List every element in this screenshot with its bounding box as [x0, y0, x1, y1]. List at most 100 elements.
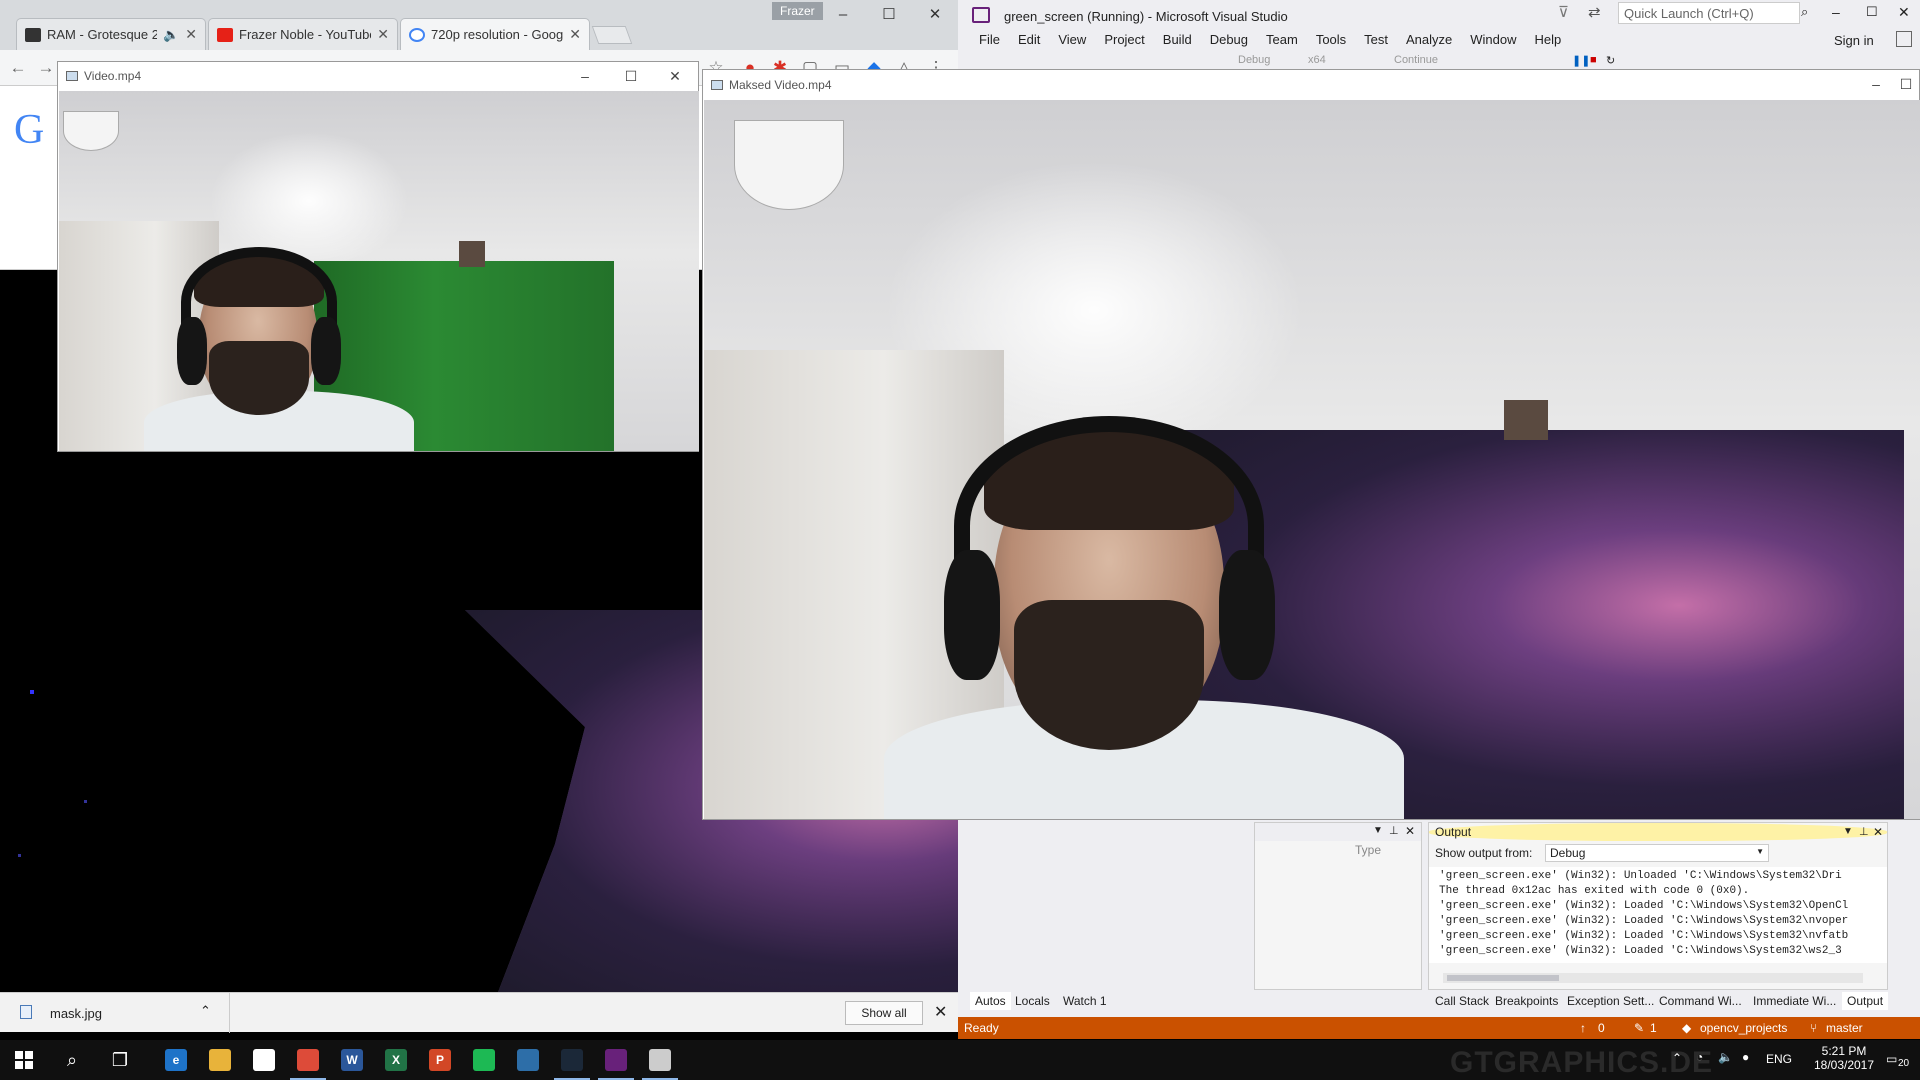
taskbar-store-icon[interactable] — [240, 1040, 288, 1080]
menu-help[interactable]: Help — [1526, 30, 1571, 52]
close-icon[interactable]: ✕ — [934, 1002, 947, 1022]
network-globe-icon[interactable]: ● — [1742, 1050, 1749, 1064]
chevron-down-icon[interactable]: ▼ — [1373, 825, 1383, 836]
menu-project[interactable]: Project — [1095, 30, 1153, 52]
taskbar-powerpoint-icon[interactable]: P — [416, 1040, 464, 1080]
pause-icon[interactable]: ❚❚ — [1572, 54, 1590, 67]
show-all-button[interactable]: Show all — [845, 1001, 923, 1025]
pin-icon[interactable]: ⊥ — [1859, 823, 1869, 841]
taskbar-explorer-icon[interactable] — [196, 1040, 244, 1080]
menu-test[interactable]: Test — [1355, 30, 1397, 52]
menu-file[interactable]: File — [970, 30, 1009, 52]
continue-button[interactable]: Continue — [1394, 54, 1438, 66]
chrome-tab-ram[interactable]: RAM - Grotesque 264 🔈 ✕ — [16, 18, 206, 50]
menu-tools[interactable]: Tools — [1307, 30, 1355, 52]
clock[interactable]: 5:21 PM 18/03/2017 — [1808, 1044, 1880, 1072]
chrome-tab-google[interactable]: 720p resolution - Google ✕ — [400, 18, 590, 50]
taskbar-spotify-icon[interactable] — [460, 1040, 508, 1080]
speaker-icon[interactable]: 🔈 — [163, 27, 179, 43]
task-view-icon[interactable]: ❐ — [96, 1040, 144, 1080]
menu-debug[interactable]: Debug — [1201, 30, 1257, 52]
chrome-minimize-icon[interactable]: – — [820, 0, 866, 30]
visual-studio-icon — [605, 1049, 627, 1071]
stop-icon[interactable]: ■ — [1590, 54, 1597, 66]
repo-name[interactable]: opencv_projects — [1700, 1021, 1787, 1035]
menu-team[interactable]: Team — [1257, 30, 1307, 52]
taskbar-window-app-icon[interactable] — [636, 1040, 684, 1080]
branch-name[interactable]: master — [1826, 1021, 1863, 1035]
publish-up-icon[interactable]: ↑ — [1580, 1021, 1586, 1035]
tab-breakpoints[interactable]: Breakpoints — [1490, 992, 1563, 1010]
notification-count: 20 — [1898, 1058, 1910, 1069]
tab-output[interactable]: Output — [1842, 992, 1889, 1010]
language-indicator[interactable]: ENG — [1766, 1052, 1792, 1066]
chevron-up-icon[interactable]: ⌃ — [200, 1003, 211, 1019]
lamp-shade — [734, 120, 844, 210]
close-icon[interactable]: ✕ — [652, 62, 698, 90]
taskbar-chrome-icon[interactable] — [284, 1040, 332, 1080]
new-tab-button[interactable] — [591, 26, 633, 44]
explorer-icon — [209, 1049, 231, 1071]
quick-launch-input[interactable]: Quick Launch (Ctrl+Q) — [1618, 2, 1800, 24]
back-icon[interactable]: ← — [6, 56, 30, 80]
volume-icon[interactable]: 🔈 — [1718, 1050, 1733, 1064]
menu-edit[interactable]: Edit — [1009, 30, 1049, 52]
tab-immediate-window[interactable]: Immediate Wi... — [1748, 992, 1841, 1010]
taskbar-excel-icon[interactable]: X — [372, 1040, 420, 1080]
feedback-icon[interactable]: ⇄ — [1588, 3, 1601, 21]
chrome-maximize-icon[interactable]: ☐ — [866, 0, 912, 30]
tab-watch[interactable]: Watch 1 — [1058, 992, 1112, 1010]
menu-view[interactable]: View — [1049, 30, 1095, 52]
forward-icon[interactable]: → — [34, 56, 58, 80]
tab-autos[interactable]: Autos — [970, 992, 1011, 1010]
taskbar-app-blue-icon[interactable] — [504, 1040, 552, 1080]
wifi-icon[interactable]: ◔ — [1696, 1050, 1703, 1064]
tab-exception-settings[interactable]: Exception Sett... — [1562, 992, 1659, 1010]
taskbar-word-icon[interactable]: W — [328, 1040, 376, 1080]
taskbar-steam-icon[interactable] — [548, 1040, 596, 1080]
account-icon[interactable] — [1896, 31, 1912, 47]
vs-close-icon[interactable]: ✕ — [1898, 4, 1910, 21]
tab-call-stack[interactable]: Call Stack — [1430, 992, 1494, 1010]
chrome-profile-badge[interactable]: Frazer — [772, 2, 823, 20]
windows-start-icon[interactable] — [0, 1040, 48, 1080]
menu-window[interactable]: Window — [1461, 30, 1525, 52]
maximize-icon[interactable]: ☐ — [1891, 70, 1920, 98]
show-output-label: Show output from: — [1435, 846, 1533, 860]
output-source-select[interactable]: Debug ▼ — [1545, 844, 1769, 862]
filter-icon[interactable]: ⊽ — [1558, 3, 1569, 21]
tab-command-window[interactable]: Command Wi... — [1654, 992, 1747, 1010]
pencil-icon[interactable]: ✎ — [1634, 1021, 1644, 1035]
taskbar-visual-studio-icon[interactable] — [592, 1040, 640, 1080]
minimize-icon[interactable]: – — [562, 62, 608, 90]
restart-icon[interactable]: ↻ — [1606, 54, 1615, 67]
pin-icon[interactable]: ⊥ — [1389, 824, 1399, 837]
maximize-icon[interactable]: ☐ — [608, 62, 654, 90]
close-tab-icon[interactable]: ✕ — [377, 26, 389, 43]
output-text[interactable]: 'green_screen.exe' (Win32): Unloaded 'C:… — [1429, 867, 1887, 963]
close-icon[interactable]: ✕ — [1873, 823, 1883, 841]
tab-locals[interactable]: Locals — [1010, 992, 1055, 1010]
taskbar-edge-icon[interactable]: e — [152, 1040, 200, 1080]
close-tab-icon[interactable]: ✕ — [185, 26, 197, 43]
sign-in-link[interactable]: Sign in — [1834, 33, 1874, 48]
close-icon[interactable]: ✕ — [1405, 824, 1415, 838]
chrome-tab-youtube[interactable]: Frazer Noble - YouTube ✕ — [208, 18, 398, 50]
steam-icon — [561, 1049, 583, 1071]
menu-analyze[interactable]: Analyze — [1397, 30, 1461, 52]
vs-minimize-icon[interactable]: – — [1832, 4, 1840, 20]
chevron-up-icon[interactable]: ⌃ — [1672, 1051, 1682, 1065]
search-icon[interactable]: ⌕ — [1801, 4, 1808, 20]
close-tab-icon[interactable]: ✕ — [569, 26, 581, 43]
vs-maximize-icon[interactable]: ☐ — [1866, 4, 1878, 20]
menu-build[interactable]: Build — [1154, 30, 1201, 52]
chrome-close-icon[interactable]: ✕ — [912, 0, 958, 30]
download-item[interactable]: mask.jpg ⌃ — [0, 993, 230, 1033]
column-type[interactable]: Type — [1355, 843, 1381, 857]
horizontal-scrollbar[interactable] — [1443, 973, 1863, 983]
platform-dropdown[interactable]: x64 — [1308, 54, 1326, 66]
search-icon[interactable]: ⌕ — [48, 1040, 96, 1080]
config-dropdown[interactable]: Debug — [1238, 54, 1270, 66]
notifications-icon[interactable]: ▭ — [1886, 1052, 1897, 1066]
chevron-down-icon[interactable]: ▼ — [1843, 823, 1853, 841]
